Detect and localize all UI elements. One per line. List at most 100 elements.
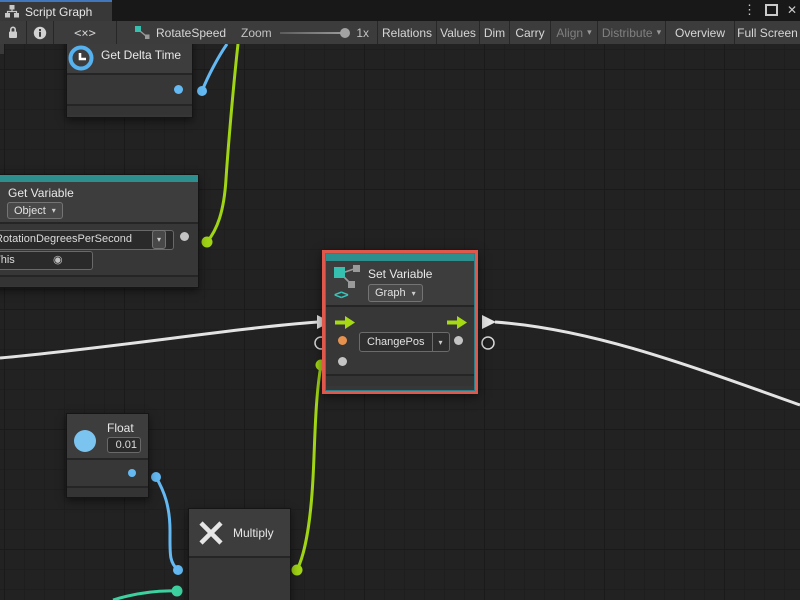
float-type-icon [74,430,96,452]
connection-get-variable[interactable] [207,44,238,242]
node-header: Time Get Delta Time [67,44,192,75]
node-set-variable-selection: <> Set Variable Graph ▾ ChangePos ▾ [322,250,478,394]
node-footer [67,104,192,115]
window-controls: ⋮ ✕ [743,3,797,16]
multiply-icon [197,519,225,547]
chevron-down-icon: ▾ [157,235,161,244]
node-title: Get Variable [8,186,74,200]
node-float[interactable]: Float 0.01 [66,413,149,498]
connection-endpoint [197,86,207,96]
flow-arrowhead-out [482,315,496,329]
graph-name: RotateSpeed [156,26,226,40]
offscreen-node-edge [0,44,4,54]
toolbar-button-values[interactable]: Values [437,21,479,44]
connection-endpoint [151,472,161,482]
node-body [67,75,192,104]
info-icon [33,26,47,40]
connection-flow-out[interactable] [495,322,800,405]
node-footer [0,275,198,286]
node-header: Get Variable Object ▾ [0,182,198,224]
zoom-slider[interactable] [280,32,349,34]
connection-endpoint [172,586,183,597]
node-header: Multiply [189,509,290,558]
input-port-name[interactable] [338,336,347,345]
variable-name-dropdown[interactable]: ChangePos ▾ [359,332,450,352]
node-category: Time [101,44,123,46]
float-value-field[interactable]: 0.01 [107,437,141,453]
toolbar-button-relations[interactable]: Relations [378,21,436,44]
inspect-button[interactable] [27,21,53,44]
chevron-down-icon: ▾ [52,206,56,215]
lock-button[interactable] [0,21,26,44]
zoom-control: Zoom 1x [227,21,377,44]
toolbar-button-overview[interactable]: Overview [666,21,734,44]
window-menu-icon[interactable]: ⋮ [743,3,756,16]
script-graph-icon [5,5,19,18]
variable-name-dropdown[interactable]: ▾ [152,230,166,249]
tab-title: Script Graph [25,5,92,19]
chevron-down-icon: ▾ [412,289,416,298]
input-port-value[interactable] [338,357,347,366]
node-footer [326,374,474,386]
zoom-value: 1x [356,26,369,40]
output-port-value[interactable] [180,232,189,241]
output-port-delta-time[interactable] [174,85,183,94]
graph-node-icon [135,26,150,39]
clock-icon [67,44,95,72]
connection-multiply-to-set[interactable] [297,365,321,570]
node-footer [67,486,148,497]
variable-accent-strip [326,254,474,261]
connection-to-multiply-b[interactable] [113,591,177,600]
flow-input-port[interactable] [335,316,355,329]
chevron-down-icon: ▾ [587,27,592,38]
node-set-variable[interactable]: <> Set Variable Graph ▾ ChangePos ▾ [325,253,475,391]
object-picker-icon[interactable]: ◉ [53,253,63,268]
graph-canvas[interactable]: Time Get Delta Time Get Variable Object … [0,44,800,600]
connection-endpoint [202,237,213,248]
connection-delta-time[interactable] [202,44,227,91]
node-title: Get Delta Time [101,48,181,62]
variable-scope-dropdown[interactable]: Graph ▾ [368,284,423,302]
chevron-down-icon: ▾ [657,27,662,38]
node-header: <> Set Variable Graph ▾ [326,261,474,307]
variable-accent-strip [0,175,198,182]
node-header: Float 0.01 [67,414,148,460]
node-body [67,460,148,486]
graph-toolbar: <×> RotateSpeed Zoom 1x Relations Values… [0,21,800,45]
connection-flow-in[interactable] [0,322,318,358]
maximize-icon[interactable] [765,4,778,16]
node-multiply[interactable]: Multiply A A × B B [188,508,291,600]
tab-bar: Script Graph ⋮ ✕ [0,0,800,21]
node-title: Multiply [233,526,274,540]
graph-breadcrumb[interactable]: RotateSpeed [117,21,227,44]
target-object-field[interactable]: This ◉ [0,251,93,270]
toolbar-button-align[interactable]: Align ▾ [551,21,597,44]
toolbar-button-fullscreen[interactable]: Full Screen [735,21,800,44]
zoom-slider-knob[interactable] [340,28,350,38]
node-body: RotationDegreesPerSecond ▾ This ◉ [0,224,198,275]
close-icon[interactable]: ✕ [787,4,797,16]
flow-output-port[interactable] [447,316,467,329]
zoom-label: Zoom [241,26,272,40]
node-get-variable[interactable]: Get Variable Object ▾ RotationDegreesPer… [0,174,199,288]
output-port-value[interactable] [128,469,136,477]
node-get-delta-time[interactable]: Time Get Delta Time [66,44,193,118]
tab-script-graph[interactable]: Script Graph [0,0,112,21]
node-body: A A × B B [189,558,290,600]
toolbar-button-carry[interactable]: Carry [510,21,550,44]
toolbar-button-dim[interactable]: Dim [480,21,509,44]
lock-icon [7,26,19,39]
variable-name-field[interactable]: RotationDegreesPerSecond [0,230,174,250]
chevron-down-icon: ▾ [432,333,449,351]
node-body: ChangePos ▾ [326,307,474,374]
output-port-value[interactable] [454,336,463,345]
port-ring-right[interactable] [482,337,494,349]
connection-endpoint [292,565,303,576]
variables-toggle-button[interactable]: <×> [54,21,116,44]
node-title: Float [107,421,134,435]
code-icon: <> [334,288,348,303]
node-title: Set Variable [368,267,432,281]
toolbar-button-distribute[interactable]: Distribute ▾ [598,21,665,44]
variable-scope-dropdown[interactable]: Object ▾ [7,202,63,219]
connection-float-to-multiply[interactable] [156,477,178,570]
